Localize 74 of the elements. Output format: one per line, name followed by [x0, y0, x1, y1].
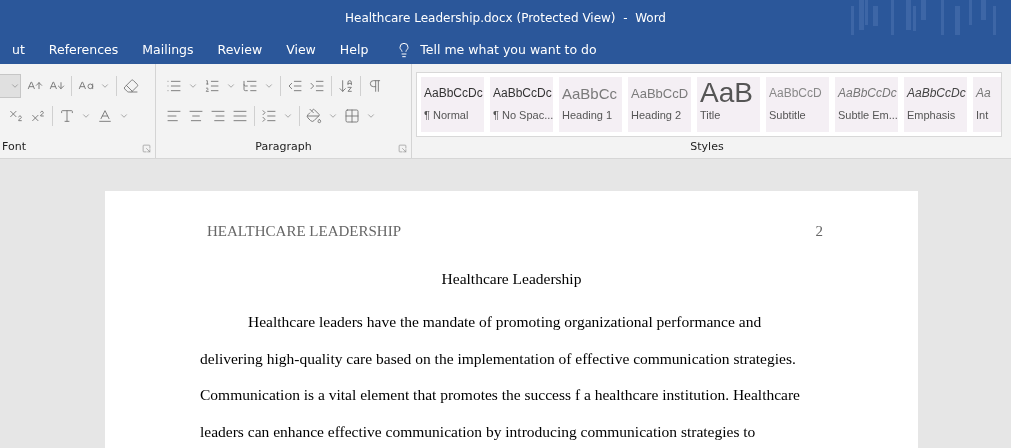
dropdown-caret-icon[interactable]	[226, 81, 236, 91]
ribbon-tab[interactable]: View	[274, 35, 328, 64]
style-label: ¶ Normal	[424, 109, 469, 121]
clear-formatting-icon[interactable]	[123, 78, 139, 94]
running-head: HEALTHCARE LEADERSHIP	[207, 223, 402, 240]
style-item[interactable]: AaBbCcD Subtitle	[766, 77, 829, 132]
dropdown-caret-icon[interactable]	[328, 111, 338, 121]
ribbon-tab[interactable]: ut	[0, 35, 37, 64]
style-item[interactable]: AaBbCcDc ¶ No Spac...	[490, 77, 553, 132]
style-preview: AaBbCcD	[769, 85, 822, 102]
style-label: Title	[700, 109, 721, 121]
shading-icon[interactable]	[306, 108, 322, 124]
style-item[interactable]: Aa Int	[973, 77, 1001, 132]
ribbon-tab[interactable]: Help	[327, 35, 381, 64]
tell-me-search[interactable]: Tell me what you want to do	[390, 35, 603, 64]
style-preview: Aa	[976, 85, 991, 102]
group-label: Font	[2, 139, 27, 155]
sort-icon[interactable]	[338, 78, 354, 94]
font-size-field[interactable]	[0, 74, 21, 98]
numbering-icon[interactable]	[204, 78, 220, 94]
dropdown-caret-icon[interactable]	[366, 111, 376, 121]
style-label: ¶ No Spac...	[493, 109, 554, 121]
group-label: Styles	[689, 139, 725, 155]
style-preview: AaBbCcDc	[424, 85, 483, 102]
multilevel-list-icon[interactable]	[242, 78, 258, 94]
line-spacing-icon[interactable]	[261, 108, 277, 124]
style-label: Heading 1	[562, 109, 613, 121]
align-left-icon[interactable]	[166, 108, 182, 124]
dropdown-caret-icon[interactable]	[10, 81, 20, 91]
style-label: Heading 2	[631, 109, 682, 121]
style-item[interactable]: AaBbCc Heading 1	[559, 77, 622, 132]
style-label: Subtitle	[769, 109, 806, 121]
style-label: Emphasis	[907, 109, 956, 121]
dropdown-caret-icon[interactable]	[119, 111, 129, 121]
style-item[interactable]: AaBbCcDc Emphasis	[904, 77, 967, 132]
style-preview: AaBbCcDc	[907, 85, 966, 102]
style-label: Int	[976, 109, 989, 121]
borders-icon[interactable]	[344, 108, 360, 124]
justify-icon[interactable]	[232, 108, 248, 124]
ribbon-tab[interactable]: References	[36, 35, 131, 64]
group-label: Paragraph	[254, 139, 313, 155]
style-preview: AaBbCcDc	[493, 85, 552, 102]
align-center-icon[interactable]	[188, 108, 204, 124]
style-preview: AaBbCc	[562, 83, 618, 104]
superscript-icon[interactable]	[30, 108, 46, 124]
style-preview: AaB	[700, 77, 753, 109]
dropdown-caret-icon[interactable]	[188, 81, 198, 91]
style-item[interactable]: AaB Title	[697, 77, 760, 132]
dropdown-caret-icon[interactable]	[264, 81, 274, 91]
dropdown-caret-icon[interactable]	[81, 111, 91, 121]
style-label: Subtle Em...	[838, 109, 898, 121]
style-item[interactable]: AaBbCcDc Subtle Em...	[835, 77, 898, 132]
align-right-icon[interactable]	[210, 108, 226, 124]
dialog-launcher-icon[interactable]	[398, 144, 407, 153]
bullets-icon[interactable]	[166, 78, 182, 94]
dropdown-caret-icon[interactable]	[283, 111, 293, 121]
style-item[interactable]: AaBbCcD Heading 2	[628, 77, 691, 132]
increase-indent-icon[interactable]	[309, 78, 325, 94]
ribbon-tab[interactable]: Review	[205, 35, 275, 64]
show-marks-icon[interactable]	[367, 78, 383, 94]
page-number: 2	[815, 223, 823, 240]
window-title: Healthcare Leadership.docx (Protected View) - Word	[345, 10, 666, 25]
style-preview: AaBbCcDc	[838, 85, 897, 102]
document-title: Healthcare Leadership	[440, 270, 583, 288]
dialog-launcher-icon[interactable]	[142, 144, 151, 153]
dropdown-caret-icon[interactable]	[100, 81, 110, 91]
subscript-icon[interactable]	[8, 108, 24, 124]
style-preview: AaBbCcD	[631, 84, 689, 103]
font-color-icon[interactable]	[97, 108, 113, 124]
ribbon-tab[interactable]: Mailings	[130, 35, 206, 64]
text-effects-icon[interactable]	[59, 108, 75, 124]
body-paragraph: Healthcare leaders have the mandate of promoting organizational performance and delivering high-quality care based on the implementation of effective communication strategies. Communication is a vital element that promotes the success f a healthcare institution. Healthcare leaders can enhance effective communication by introducing communication strategies to	[200, 312, 801, 442]
style-item[interactable]: AaBbCcDc ¶ Normal	[421, 77, 484, 132]
decrease-indent-icon[interactable]	[287, 78, 303, 94]
